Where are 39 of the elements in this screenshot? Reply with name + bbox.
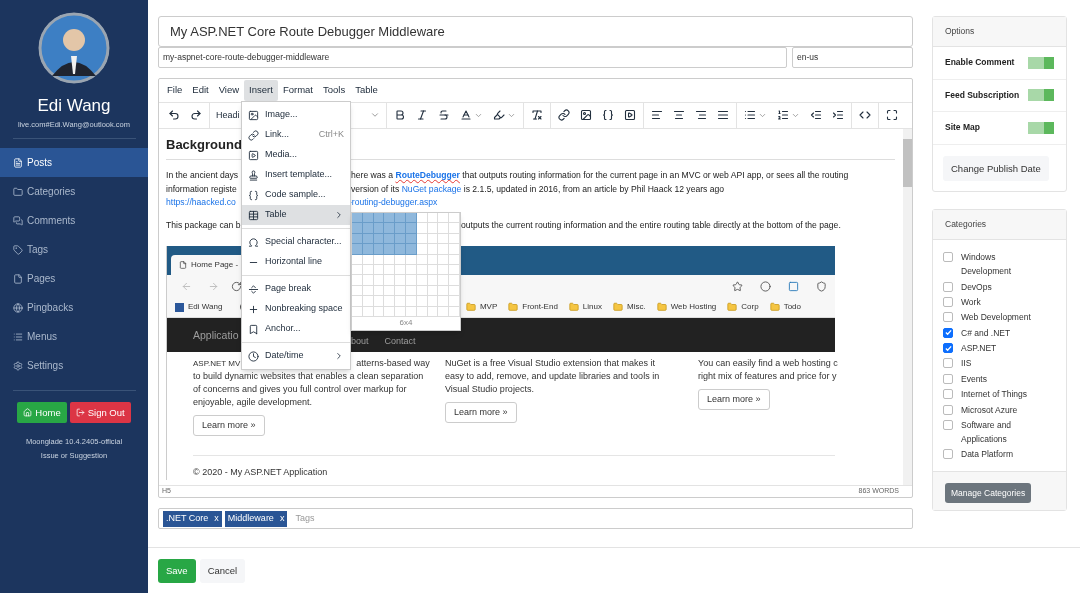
paragraph-text: here was a RouteDebugger that outputs routing information for the current page in an MVC or web API app, or sees all the routing bbox=[351, 169, 849, 183]
tag-label: .NET Core bbox=[166, 511, 209, 525]
body-text: to build dynamic websites that enables a clean separation bbox=[193, 370, 424, 384]
body-text: ASP.NET MV bbox=[193, 358, 241, 371]
option-label: Site Map bbox=[945, 121, 980, 135]
card-title: Options bbox=[933, 17, 1066, 47]
paragraph-text: This package can b bbox=[166, 218, 241, 232]
body-text: atterns-based way bbox=[356, 357, 430, 371]
paragraph-text: information registe bbox=[166, 182, 237, 196]
body-text: enjoyable, agile development. bbox=[193, 396, 313, 410]
category-label: Internet of Things bbox=[961, 388, 1028, 402]
card-title: Categories bbox=[933, 210, 1066, 241]
category-label: IIS bbox=[961, 357, 973, 371]
category-label: Events bbox=[961, 372, 988, 386]
body-text: Visual Studio projects. bbox=[445, 383, 534, 397]
category-label: Data Platform bbox=[961, 448, 1014, 462]
paragraph-text: version of its NuGet package is 2.1.5, updated in 2016, from an article by Phil Haack 12 years ago bbox=[351, 182, 725, 196]
category-label: Windows Development bbox=[961, 251, 1013, 279]
body-text: easy to add, remove, and update libraries and tools in bbox=[445, 370, 660, 384]
category-label: C# and .NET bbox=[961, 326, 1012, 340]
category-label: Work bbox=[961, 295, 982, 309]
shortcut-text: Ctrl+K bbox=[318, 128, 344, 142]
category-label: ASP.NET bbox=[961, 342, 998, 356]
category-label: Web Development bbox=[961, 311, 1032, 325]
body-text: of concerns and gives you full control over markup for bbox=[193, 383, 407, 397]
category-label: Software and Applications bbox=[961, 419, 1013, 447]
user-name: Edi Wang bbox=[37, 95, 111, 117]
option-label: Feed Subscription bbox=[945, 88, 1020, 102]
body-text: right mix of features and price for y bbox=[698, 370, 837, 384]
tag-label: Middleware bbox=[227, 511, 274, 525]
size-label: 6x4 bbox=[398, 317, 414, 330]
paragraph-text: In the ancient days bbox=[166, 169, 239, 183]
category-label: DevOps bbox=[961, 280, 993, 294]
category-label: Microsot Azure bbox=[961, 403, 1019, 417]
paragraph-text: outputs the current routing information and the entire routing table directly at the bottom of the page. bbox=[461, 218, 841, 232]
option-label: Enable Comment bbox=[945, 56, 1015, 70]
body-text: NuGet is a free Visual Studio extension that makes it bbox=[445, 357, 655, 371]
body-text: You can easily find a web hosting c bbox=[698, 357, 838, 371]
footer-text: © 2020 - My ASP.NET Application bbox=[193, 466, 329, 480]
